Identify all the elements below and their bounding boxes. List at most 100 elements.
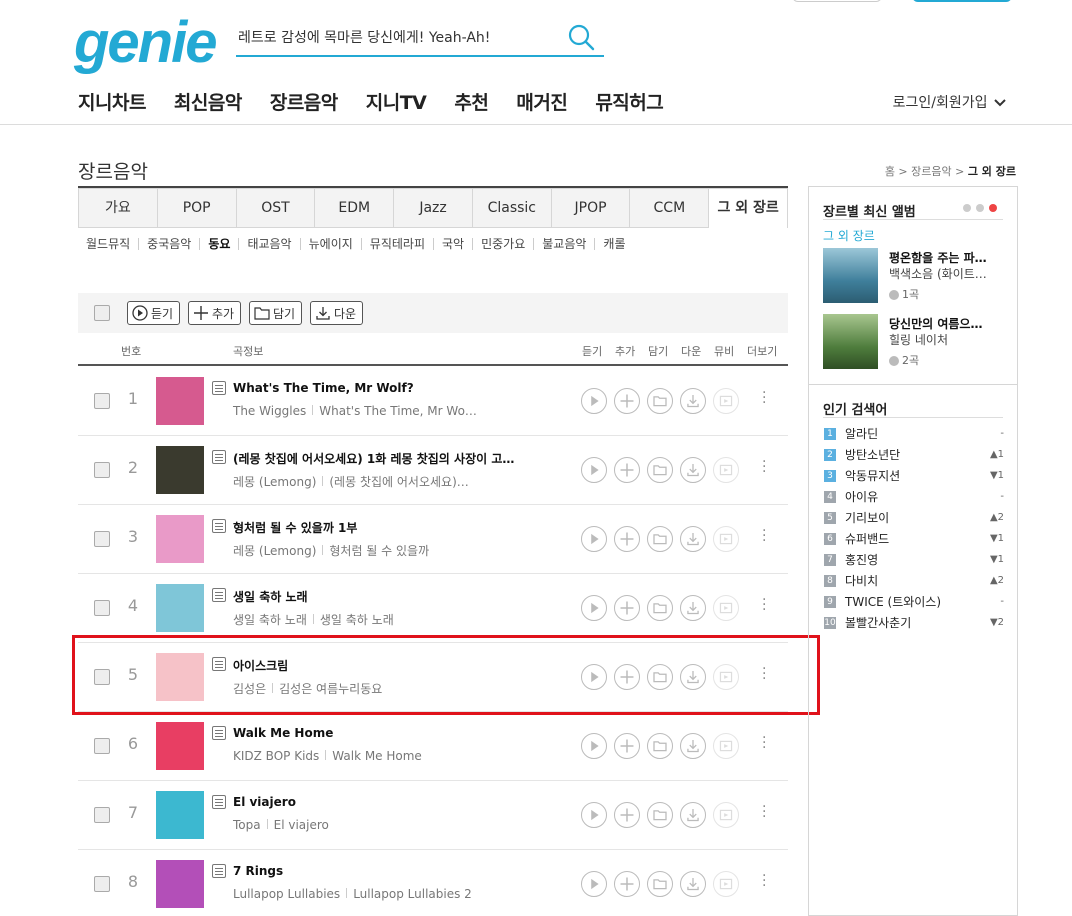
nav-magazine[interactable]: 매거진 — [516, 88, 567, 115]
folder-icon[interactable] — [647, 802, 673, 828]
keyword-item[interactable]: 5 기리보이 ▲2 — [824, 507, 1004, 528]
album-title[interactable]: 당신만의 여름으… — [889, 315, 982, 332]
keyword-item[interactable]: 10 볼빨간사춘기 ▼2 — [824, 612, 1004, 633]
download-icon[interactable] — [680, 526, 706, 552]
plus-icon[interactable] — [614, 802, 640, 828]
keyword-item[interactable]: 1 알라딘 - — [824, 423, 1004, 444]
keyword-item[interactable]: 2 방탄소년단 ▲1 — [824, 444, 1004, 465]
genie-logo[interactable]: genie — [74, 14, 217, 72]
tab-jpop[interactable]: JPOP — [551, 188, 631, 228]
add-selected-button[interactable]: 추가 — [188, 301, 242, 325]
search-input[interactable] — [236, 20, 566, 54]
subgenre-world[interactable]: 월드뮤직 — [86, 238, 140, 250]
more-options-icon[interactable]: · · · — [762, 593, 766, 617]
row-checkbox[interactable] — [94, 600, 110, 616]
album-artist[interactable]: 힐링 네이처 — [889, 331, 948, 348]
play-icon[interactable] — [581, 595, 607, 621]
song-title[interactable]: What's The Time, Mr Wolf? — [233, 381, 563, 395]
song-album[interactable]: El viajero — [274, 818, 329, 832]
carousel-dot-3[interactable] — [989, 204, 997, 212]
play-icon[interactable] — [581, 457, 607, 483]
song-album[interactable]: Lullapop Lullabies 2 — [353, 887, 472, 901]
download-icon[interactable] — [680, 388, 706, 414]
plus-icon[interactable] — [614, 457, 640, 483]
lyrics-icon[interactable] — [212, 588, 226, 602]
breadcrumb-genre[interactable]: 장르음악 — [911, 165, 951, 178]
song-artist[interactable]: Lullapop Lullabies — [233, 887, 340, 901]
keyword-item[interactable]: 7 홍진영 ▼1 — [824, 549, 1004, 570]
song-album[interactable]: 형처럼 될 수 있을까 — [329, 544, 429, 558]
plus-icon[interactable] — [614, 526, 640, 552]
keyword-item[interactable]: 4 아이유 - — [824, 486, 1004, 507]
music-video-icon[interactable] — [713, 457, 739, 483]
play-icon[interactable] — [581, 871, 607, 897]
subgenre-newage[interactable]: 뉴에이지 — [301, 238, 362, 250]
song-album[interactable]: What's The Time, Mr Wo… — [319, 404, 477, 418]
album-art[interactable] — [156, 515, 204, 563]
keyword-item[interactable]: 3 악동뮤지션 ▼1 — [824, 465, 1004, 486]
carousel-dot-2[interactable] — [976, 204, 984, 212]
folder-icon[interactable] — [647, 388, 673, 414]
song-title[interactable]: 생일 축하 노래 — [233, 588, 563, 605]
keyword-item[interactable]: 8 다비치 ▲2 — [824, 570, 1004, 591]
more-options-icon[interactable]: · · · — [762, 731, 766, 755]
lyrics-icon[interactable] — [212, 795, 226, 809]
play-icon[interactable] — [581, 526, 607, 552]
more-options-icon[interactable]: · · · — [762, 455, 766, 479]
plus-icon[interactable] — [614, 733, 640, 759]
album-cover[interactable] — [823, 314, 878, 369]
login-link[interactable]: 로그인/회원가입 — [893, 92, 1006, 112]
album-artist[interactable]: 백색소음 (화이트… — [889, 265, 987, 282]
album-art[interactable] — [156, 377, 204, 425]
song-artist[interactable]: 생일 축하 노래 — [233, 613, 307, 627]
save-selected-button[interactable]: 담기 — [249, 301, 303, 325]
breadcrumb-home[interactable]: 홈 — [885, 165, 895, 178]
nav-chart[interactable]: 지니차트 — [78, 88, 146, 115]
album-art[interactable] — [156, 791, 204, 839]
download-icon[interactable] — [680, 733, 706, 759]
album-art[interactable] — [156, 584, 204, 632]
lyrics-icon[interactable] — [212, 519, 226, 533]
more-options-icon[interactable]: · · · — [762, 869, 766, 893]
download-icon[interactable] — [680, 802, 706, 828]
download-icon[interactable] — [680, 871, 706, 897]
plus-icon[interactable] — [614, 388, 640, 414]
folder-icon[interactable] — [647, 733, 673, 759]
tab-jazz[interactable]: Jazz — [394, 188, 473, 228]
row-checkbox[interactable] — [94, 738, 110, 754]
lyrics-icon[interactable] — [212, 726, 226, 740]
carousel-dot-1[interactable] — [963, 204, 971, 212]
album-art[interactable] — [156, 860, 204, 908]
album-title[interactable]: 평온함을 주는 파… — [889, 249, 987, 266]
music-video-icon[interactable] — [713, 733, 739, 759]
song-title[interactable]: El viajero — [233, 795, 563, 809]
tab-edm[interactable]: EDM — [315, 188, 395, 228]
music-video-icon[interactable] — [713, 871, 739, 897]
tab-ost[interactable]: OST — [236, 188, 316, 228]
subgenre-therapy[interactable]: 뮤직테라피 — [362, 238, 434, 250]
song-album[interactable]: (레몽 찻집에 어서오세요)… — [329, 475, 468, 489]
folder-icon[interactable] — [647, 457, 673, 483]
select-all-checkbox[interactable] — [94, 305, 110, 321]
tab-classic[interactable]: Classic — [472, 188, 552, 228]
lyrics-icon[interactable] — [212, 450, 226, 464]
plus-icon[interactable] — [614, 871, 640, 897]
nav-genre[interactable]: 장르음악 — [270, 88, 338, 115]
song-title[interactable]: Walk Me Home — [233, 726, 563, 740]
play-selected-button[interactable]: 듣기 — [127, 301, 181, 325]
download-icon[interactable] — [680, 595, 706, 621]
subgenre-carol[interactable]: 캐롤 — [595, 238, 633, 250]
tab-etc[interactable]: 그 외 장르 — [709, 188, 789, 228]
top-button-left[interactable] — [792, 0, 882, 2]
latest-genre-label[interactable]: 그 외 장르 — [823, 227, 875, 244]
song-artist[interactable]: 레몽 (Lemong) — [233, 544, 316, 558]
play-icon[interactable] — [581, 733, 607, 759]
song-title[interactable]: (레몽 찻집에 어서오세요) 1화 레몽 찻집의 사장이 고… — [233, 450, 563, 467]
more-options-icon[interactable]: · · · — [762, 386, 766, 410]
plus-icon[interactable] — [614, 595, 640, 621]
row-checkbox[interactable] — [94, 876, 110, 892]
music-video-icon[interactable] — [713, 802, 739, 828]
song-title[interactable]: 7 Rings — [233, 864, 563, 878]
play-icon[interactable] — [581, 802, 607, 828]
download-selected-button[interactable]: 다운 — [310, 301, 364, 325]
